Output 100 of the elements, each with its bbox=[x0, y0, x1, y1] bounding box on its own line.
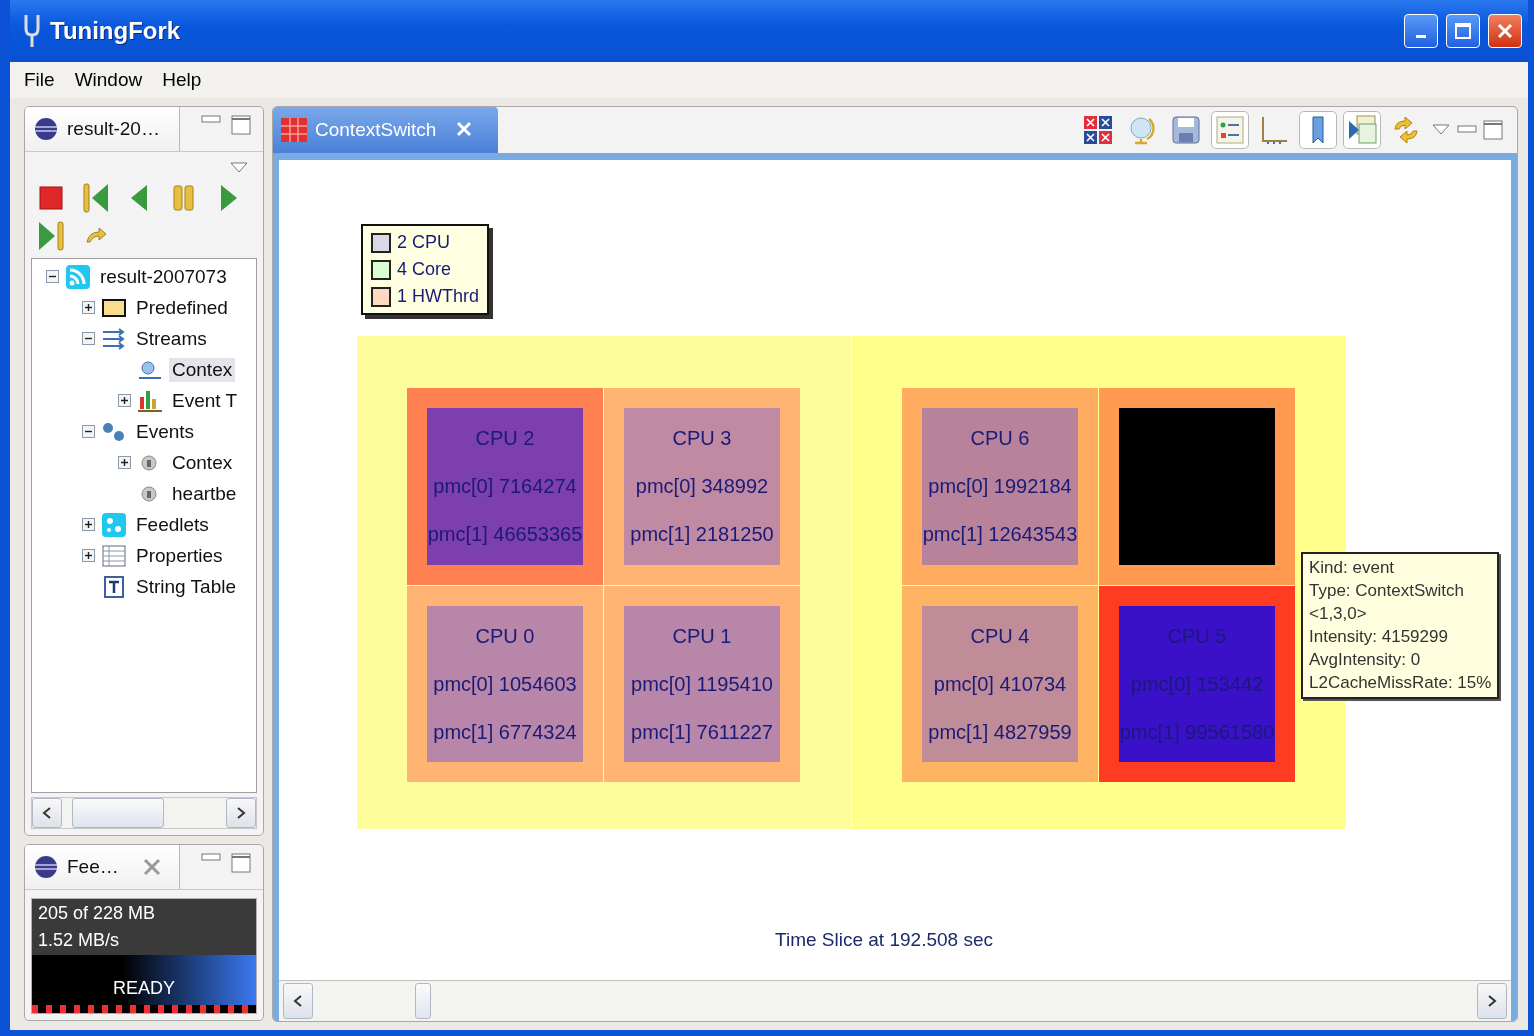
minimize-button[interactable] bbox=[1404, 14, 1438, 48]
text-type-icon bbox=[101, 574, 127, 599]
maximize-icon bbox=[231, 115, 251, 135]
window-title: TuningFork bbox=[50, 17, 182, 45]
tree-item[interactable]: Feedlets bbox=[133, 512, 212, 537]
scroll-left-button[interactable] bbox=[283, 983, 313, 1019]
tooltip-line: AvgIntensity: 0 bbox=[1309, 650, 1422, 670]
treemap-cell[interactable]: CPU 4 pmc[0] 410734 pmc[1] 4827959 bbox=[902, 586, 1098, 782]
counter-value: pmc[1] 4827959 bbox=[928, 720, 1072, 744]
dropdown-caret-icon bbox=[229, 162, 249, 174]
expand-toggle[interactable] bbox=[118, 394, 131, 407]
close-button[interactable] bbox=[1488, 14, 1522, 48]
tree-item[interactable]: Events bbox=[133, 419, 198, 444]
scroll-right-button[interactable] bbox=[1477, 983, 1507, 1019]
counter-value: pmc[0] 410734 bbox=[933, 672, 1067, 696]
collapse-toggle[interactable] bbox=[82, 425, 95, 438]
counter-value: pmc[0] 348992 bbox=[635, 475, 769, 498]
plus-icon bbox=[85, 521, 92, 528]
tooltip-line: Kind: event bbox=[1309, 558, 1396, 578]
tree-item[interactable]: heartbe bbox=[169, 481, 240, 506]
toolbar-button[interactable] bbox=[1299, 111, 1337, 149]
collapse-toggle[interactable] bbox=[46, 270, 59, 283]
legend-label: 2 CPU bbox=[397, 232, 450, 253]
feedlets-icon bbox=[101, 512, 127, 537]
minus-icon bbox=[85, 428, 92, 435]
minimize-icon bbox=[1457, 125, 1477, 135]
counter-value: pmc[1] 6774324 bbox=[433, 720, 577, 744]
scroll-left-button[interactable] bbox=[32, 798, 62, 828]
counter-value: pmc[0] 1054603 bbox=[433, 672, 577, 696]
grid-icon bbox=[1083, 115, 1113, 145]
counter-value: pmc[1] 46653365 bbox=[427, 523, 583, 547]
tree-item[interactable]: Predefined bbox=[133, 295, 231, 320]
play-chart-icon bbox=[1347, 115, 1377, 145]
grid-icon bbox=[281, 118, 307, 142]
minimize-icon bbox=[1416, 34, 1426, 38]
treemap-cell[interactable]: CPU 3 pmc[0] 348992 pmc[1] 2181250 bbox=[604, 388, 800, 585]
menu-item[interactable]: Help bbox=[154, 69, 210, 91]
plus-icon bbox=[121, 397, 128, 404]
cpu-label: CPU 0 bbox=[475, 624, 535, 648]
view-tab[interactable]: Fee… bbox=[25, 845, 180, 889]
counter-value: pmc[0] 1195410 bbox=[631, 672, 773, 696]
toolbar-button[interactable] bbox=[1343, 111, 1381, 149]
scrollbar[interactable] bbox=[31, 797, 257, 829]
expand-toggle[interactable] bbox=[118, 456, 131, 469]
maximize-button[interactable] bbox=[1446, 14, 1480, 48]
sphere-icon bbox=[33, 854, 59, 880]
treemap-cell[interactable]: CPU 0 pmc[0] 1054603 pmc[1] 6774324 bbox=[407, 586, 603, 782]
cpu-label: CPU 6 bbox=[970, 426, 1030, 450]
counter-value: pmc[1] 99561580 bbox=[1119, 720, 1275, 744]
plus-icon bbox=[121, 459, 128, 466]
tooltip-line: L2CacheMissRate: 15% bbox=[1309, 673, 1492, 693]
treemap-cell[interactable] bbox=[1099, 388, 1295, 585]
scroll-thumb[interactable] bbox=[415, 983, 431, 1019]
close-icon bbox=[1496, 22, 1514, 40]
expand-toggle[interactable] bbox=[82, 549, 95, 562]
cpu-label: CPU 3 bbox=[672, 426, 732, 450]
close-icon[interactable] bbox=[456, 121, 473, 137]
tree-item[interactable]: Event T bbox=[169, 388, 241, 413]
counter-value: pmc[1] 7611227 bbox=[631, 720, 773, 744]
menu-item[interactable]: Window bbox=[66, 69, 151, 91]
treemap-cell[interactable]: CPU 1 pmc[0] 1195410 pmc[1] 7611227 bbox=[604, 586, 800, 782]
toolbar-button[interactable] bbox=[1211, 111, 1249, 149]
maximize-icon bbox=[231, 853, 251, 873]
globe-icon bbox=[1127, 115, 1157, 145]
tree-item[interactable]: Contex bbox=[169, 450, 236, 475]
tooltip-line: Intensity: 4159299 bbox=[1309, 627, 1449, 647]
legend-label: 4 Core bbox=[397, 259, 452, 280]
tree-item[interactable]: Contex bbox=[169, 357, 236, 382]
counter-value: pmc[1] 12643543 bbox=[922, 523, 1078, 547]
axes-icon bbox=[1259, 115, 1289, 145]
collapse-toggle[interactable] bbox=[82, 332, 95, 345]
skip-forward-icon bbox=[37, 220, 67, 252]
save-icon bbox=[1171, 115, 1201, 145]
maximize-icon bbox=[1483, 120, 1503, 140]
tree-item[interactable]: String Table bbox=[133, 574, 239, 599]
expand-toggle[interactable] bbox=[82, 301, 95, 314]
treemap-cell[interactable]: CPU 6 pmc[0] 1992184 pmc[1] 12643543 bbox=[902, 388, 1098, 585]
tree-item[interactable]: Streams bbox=[133, 326, 210, 351]
tuning-fork-icon bbox=[22, 13, 42, 49]
status-text: READY bbox=[113, 978, 175, 999]
counter-value: pmc[1] 2181250 bbox=[630, 523, 774, 547]
data-rate: 1.52 MB/s bbox=[38, 930, 121, 951]
expand-toggle[interactable] bbox=[82, 518, 95, 531]
menu-item[interactable]: File bbox=[16, 69, 63, 91]
tooltip-line: Type: ContextSwitch bbox=[1309, 581, 1465, 601]
tree-item[interactable]: result-2007073 bbox=[97, 264, 230, 289]
maximize-icon bbox=[1454, 22, 1472, 40]
plus-icon bbox=[85, 304, 92, 311]
time-slice-caption: Time Slice at 192.508 sec bbox=[775, 929, 993, 951]
streams-icon bbox=[101, 326, 127, 351]
legend-icon bbox=[1215, 115, 1245, 145]
counter-value: pmc[0] 7164274 bbox=[433, 475, 577, 498]
view-tab[interactable]: result-20… bbox=[25, 107, 180, 151]
legend-label: 1 HWThrd bbox=[397, 286, 479, 307]
scroll-right-button[interactable] bbox=[226, 798, 256, 828]
tree-item[interactable]: Properties bbox=[133, 543, 226, 568]
tooltip-line: <1,3,0> bbox=[1309, 604, 1368, 624]
scroll-thumb[interactable] bbox=[72, 798, 164, 828]
cpu-label: CPU 2 bbox=[475, 426, 535, 450]
minimize-icon bbox=[201, 853, 221, 863]
